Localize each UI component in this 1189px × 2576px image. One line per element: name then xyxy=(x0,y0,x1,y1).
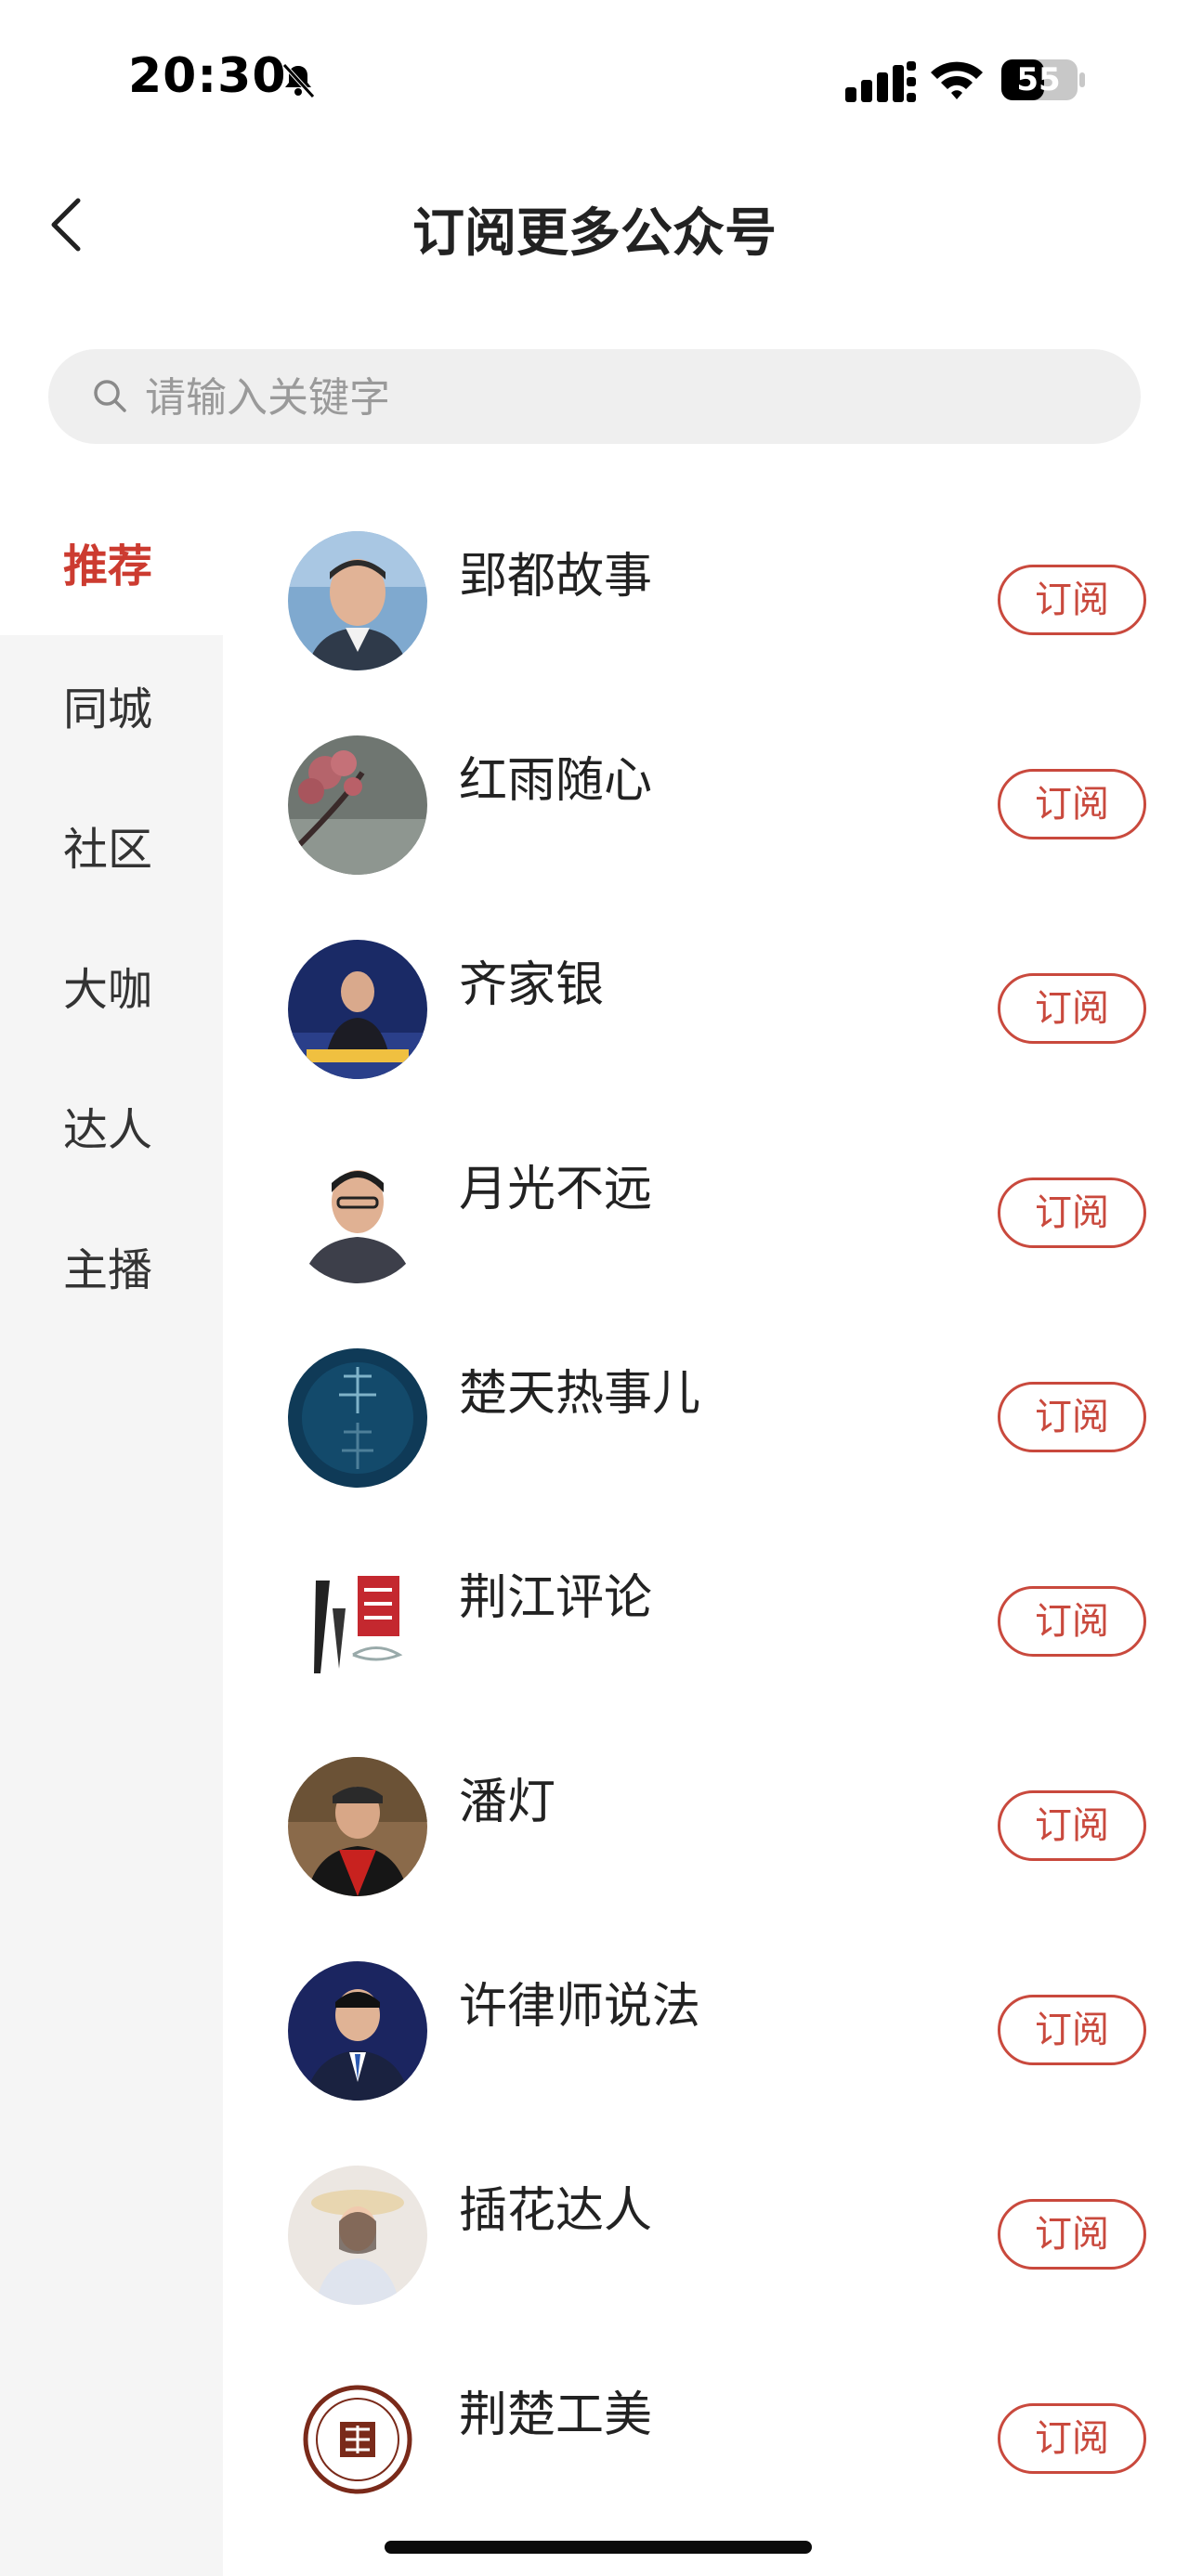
avatar xyxy=(288,2370,427,2509)
avatar xyxy=(288,735,427,875)
subscribe-button[interactable]: 订阅 xyxy=(998,1382,1146,1452)
category-streamer[interactable]: 主播 xyxy=(0,1202,223,1339)
wifi-icon xyxy=(931,61,983,99)
status-time: 20:30 xyxy=(128,48,287,104)
avatar xyxy=(288,1348,427,1488)
cellular-signal-icon xyxy=(845,61,916,102)
list-item[interactable]: 荆江评论 订阅 xyxy=(223,1519,1189,1724)
search-icon xyxy=(94,380,126,412)
avatar xyxy=(288,1553,427,1692)
avatar xyxy=(288,531,427,670)
avatar xyxy=(288,1144,427,1283)
category-celebrity[interactable]: 大咖 xyxy=(0,921,223,1059)
avatar xyxy=(288,940,427,1079)
subscribe-button[interactable]: 订阅 xyxy=(998,2199,1146,2270)
search-bar[interactable] xyxy=(48,349,1141,446)
subscribe-button[interactable]: 订阅 xyxy=(998,2403,1146,2474)
subscribe-button[interactable]: 订阅 xyxy=(998,769,1146,839)
list-item[interactable]: 荆楚工美 订阅 xyxy=(223,2336,1189,2541)
account-name[interactable]: 插花达人 xyxy=(459,2171,652,2241)
subscribe-button[interactable]: 订阅 xyxy=(998,973,1146,1044)
category-same-city[interactable]: 同城 xyxy=(0,641,223,778)
account-name[interactable]: 楚天热事儿 xyxy=(459,1354,700,1424)
subscribe-button[interactable]: 订阅 xyxy=(998,1995,1146,2065)
subscribe-button[interactable]: 订阅 xyxy=(998,1586,1146,1657)
list-item[interactable]: 郢都故事 订阅 xyxy=(223,498,1189,702)
list-item[interactable]: 许律师说法 订阅 xyxy=(223,1928,1189,2132)
avatar xyxy=(288,2166,427,2305)
account-name[interactable]: 荆江评论 xyxy=(459,1558,652,1628)
subscribe-button[interactable]: 订阅 xyxy=(998,565,1146,635)
search-input[interactable] xyxy=(143,349,1076,446)
account-list: 郢都故事 订阅 红雨随心 订阅 齐家银 订阅 月光不远 订阅 楚天热事儿 订阅 xyxy=(223,498,1189,2576)
category-expert[interactable]: 达人 xyxy=(0,1061,223,1199)
account-name[interactable]: 齐家银 xyxy=(459,945,604,1015)
subscribe-button[interactable]: 订阅 xyxy=(998,1177,1146,1248)
category-community[interactable]: 社区 xyxy=(0,781,223,918)
page-title: 订阅更多公众号 xyxy=(412,203,777,264)
list-item[interactable]: 齐家银 订阅 xyxy=(223,906,1189,1111)
account-name[interactable]: 潘灯 xyxy=(459,1763,555,1832)
status-bar: 20:30 55 xyxy=(0,0,1189,158)
account-name[interactable]: 许律师说法 xyxy=(459,1967,700,2036)
account-name[interactable]: 月光不远 xyxy=(459,1150,652,1219)
category-sidebar: 推荐 同城 社区 大咖 达人 主播 xyxy=(0,498,223,2576)
list-item[interactable]: 插花达人 订阅 xyxy=(223,2132,1189,2336)
avatar xyxy=(288,1961,427,2101)
subscribe-button[interactable]: 订阅 xyxy=(998,1790,1146,1861)
list-item[interactable]: 红雨随心 订阅 xyxy=(223,702,1189,906)
list-item[interactable]: 楚天热事儿 订阅 xyxy=(223,1315,1189,1519)
category-recommend[interactable]: 推荐 xyxy=(0,498,223,635)
list-item[interactable]: 潘灯 订阅 xyxy=(223,1724,1189,1928)
list-item[interactable]: 月光不远 订阅 xyxy=(223,1111,1189,1315)
account-name[interactable]: 郢都故事 xyxy=(459,537,652,606)
home-indicator[interactable] xyxy=(385,2541,812,2554)
avatar xyxy=(288,1757,427,1896)
bell-muted-icon xyxy=(282,63,315,98)
account-name[interactable]: 荆楚工美 xyxy=(459,2375,652,2445)
battery-level: 55 xyxy=(1016,61,1061,98)
battery-icon: 55 xyxy=(1000,58,1087,102)
account-name[interactable]: 红雨随心 xyxy=(459,741,652,811)
